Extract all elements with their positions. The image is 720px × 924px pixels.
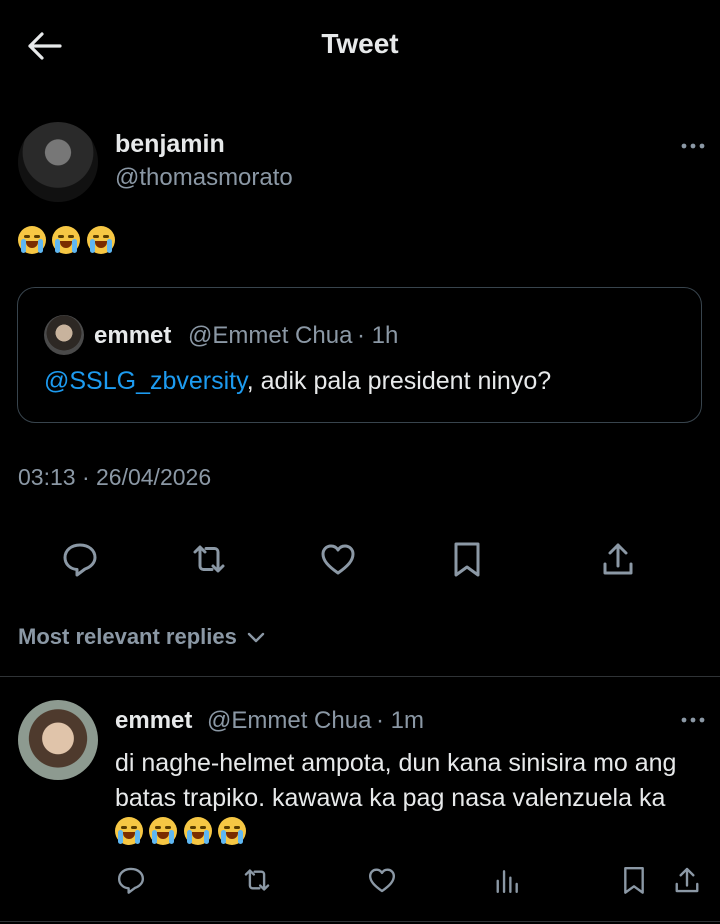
reply-icon[interactable]	[116, 865, 146, 895]
chevron-down-icon	[247, 632, 265, 643]
reply-icon[interactable]	[61, 540, 99, 578]
rofl-emoji-icon	[218, 817, 247, 845]
bookmark-icon[interactable]	[448, 540, 486, 578]
reply-author-handle[interactable]: @Emmet Chua	[207, 707, 371, 735]
more-icon[interactable]	[680, 716, 706, 724]
author-handle[interactable]: @thomasmorato	[115, 164, 293, 192]
heart-icon[interactable]	[367, 865, 397, 895]
page-title: Tweet	[321, 28, 399, 59]
quote-author-handle: @Emmet Chua	[188, 322, 353, 349]
reply-emoji-row: 🤣🤣🤣🤣	[115, 817, 248, 847]
avatar[interactable]	[18, 122, 98, 202]
share-icon[interactable]	[599, 540, 637, 578]
divider	[0, 921, 720, 922]
analytics-icon[interactable]	[493, 865, 523, 895]
avatar	[44, 315, 84, 355]
quote-body: , adik pala president ninyo?	[246, 367, 552, 395]
reply-text: di naghe-helmet ampota, dun kana sinisir…	[115, 749, 677, 812]
author-name[interactable]: benjamin	[115, 130, 225, 159]
tweet-text: 😭😭😭	[18, 226, 117, 258]
more-icon[interactable]	[680, 142, 706, 150]
retweet-icon[interactable]	[190, 540, 228, 578]
avatar[interactable]	[18, 700, 98, 780]
tweet-timestamp[interactable]: 03:13 · 26/04/2026	[18, 464, 211, 491]
quote-time: · 1h	[357, 322, 399, 349]
quote-author-name: emmet	[94, 322, 172, 349]
share-icon[interactable]	[672, 865, 702, 895]
quote-text: @SSLG_zbversity, adik pala president nin…	[44, 367, 551, 396]
mention-link[interactable]: @SSLG_zbversity	[44, 367, 247, 395]
divider	[0, 676, 720, 677]
reply-author-name[interactable]: emmet	[115, 707, 192, 735]
heart-icon[interactable]	[319, 540, 357, 578]
bookmark-icon[interactable]	[619, 865, 649, 895]
replies-sort-label: Most relevant replies	[18, 624, 237, 649]
retweet-icon[interactable]	[242, 865, 272, 895]
crying-emoji-icon	[86, 226, 115, 254]
replies-sort-dropdown[interactable]: Most relevant replies	[18, 624, 265, 650]
reply-time: · 1m	[376, 707, 424, 734]
quoted-tweet[interactable]	[17, 287, 702, 423]
